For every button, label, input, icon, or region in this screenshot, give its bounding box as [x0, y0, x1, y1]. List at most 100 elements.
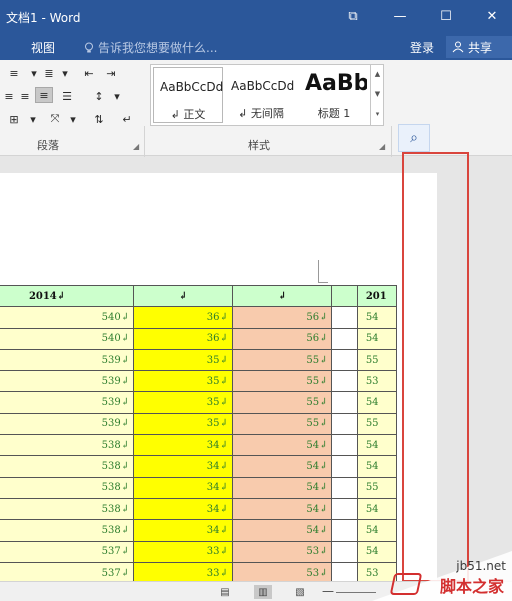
table-cell[interactable]: 538↲: [0, 519, 135, 542]
table-cell[interactable]: 538↲: [0, 434, 135, 457]
table-cell[interactable]: [331, 327, 358, 350]
borders-icon[interactable]: ⊞: [5, 111, 23, 127]
zoom-slider[interactable]: [336, 592, 376, 593]
table-cell[interactable]: [331, 455, 358, 478]
print-layout-icon[interactable]: ▥: [254, 585, 272, 599]
table-cell[interactable]: [331, 412, 358, 436]
line-spacing-icon[interactable]: ↕: [90, 88, 108, 104]
share-button[interactable]: 共享: [446, 36, 512, 58]
table-cell[interactable]: 540↲: [0, 306, 135, 329]
table-cell[interactable]: 53↲: [231, 540, 333, 563]
ribbon-display-options-button[interactable]: ⧉: [343, 6, 363, 26]
show-marks-icon[interactable]: ↵: [118, 111, 136, 127]
zoom-out-button[interactable]: —: [322, 584, 334, 598]
table-cell[interactable]: 54: [356, 434, 398, 457]
table-cell[interactable]: [331, 391, 358, 414]
chevron-up-icon[interactable]: ▲: [371, 64, 384, 84]
web-layout-icon[interactable]: ▧: [291, 585, 309, 599]
align-center-icon[interactable]: ≡: [16, 88, 34, 104]
table-cell[interactable]: 56↲: [231, 306, 333, 329]
table-cell[interactable]: 54: [356, 519, 398, 542]
table-cell[interactable]: 54↲: [231, 497, 333, 521]
table-cell[interactable]: 34↲: [133, 519, 233, 542]
table-cell[interactable]: 33↲: [133, 561, 233, 581]
table-cell[interactable]: 537↲: [0, 561, 135, 581]
table-header-cell[interactable]: ↲: [133, 284, 233, 308]
table-cell[interactable]: 54↲: [231, 519, 333, 542]
table-cell[interactable]: 53↲: [231, 561, 333, 581]
read-mode-icon[interactable]: ▤: [216, 585, 234, 599]
table-cell[interactable]: 538↲: [0, 476, 135, 499]
table-cell[interactable]: 539↲: [0, 348, 135, 372]
table-cell[interactable]: 540↲: [0, 327, 135, 350]
borders-dropdown-icon[interactable]: ▾: [24, 111, 42, 127]
styles-launcher-icon[interactable]: ◢: [379, 142, 385, 151]
table-cell[interactable]: 35↲: [133, 412, 233, 436]
table-cell[interactable]: 538↲: [0, 497, 135, 521]
table-cell[interactable]: [331, 540, 358, 563]
table-cell[interactable]: 55↲: [231, 370, 333, 393]
table-cell[interactable]: 539↲: [0, 391, 135, 414]
maximize-button[interactable]: ☐: [436, 6, 456, 26]
justify-icon[interactable]: ☰: [58, 88, 76, 104]
table-cell[interactable]: 34↲: [133, 455, 233, 478]
tell-me-box[interactable]: 告诉我您想要做什么...: [84, 39, 217, 56]
line-spacing-dropdown-icon[interactable]: ▾: [108, 88, 126, 104]
increase-indent-icon[interactable]: ⇥: [102, 65, 120, 81]
table-header-cell[interactable]: 201: [356, 284, 398, 308]
table-header-cell[interactable]: 2014↲: [0, 284, 135, 308]
table-cell[interactable]: [331, 434, 358, 457]
table-cell[interactable]: 33↲: [133, 540, 233, 563]
table-cell[interactable]: 54: [356, 497, 398, 521]
table-cell[interactable]: 53: [356, 370, 398, 393]
table-cell[interactable]: 539↲: [0, 370, 135, 393]
table-cell[interactable]: 539↲: [0, 412, 135, 436]
login-button[interactable]: 登录: [410, 39, 434, 56]
table-cell[interactable]: 36↲: [133, 327, 233, 350]
table-cell[interactable]: 55: [356, 348, 398, 372]
style-normal[interactable]: AaBbCcDd ↲ 正文: [153, 67, 223, 123]
tab-view[interactable]: 视图: [31, 39, 55, 56]
more-styles-icon[interactable]: ▾: [371, 104, 384, 124]
table-cell[interactable]: 54: [356, 455, 398, 478]
table-header-cell[interactable]: ↲: [231, 284, 333, 308]
table-cell[interactable]: 34↲: [133, 476, 233, 499]
table-cell[interactable]: [331, 561, 358, 581]
table-cell[interactable]: 35↲: [133, 370, 233, 393]
table-cell[interactable]: 54: [356, 306, 398, 329]
table-header-cell[interactable]: [331, 284, 358, 308]
table-cell[interactable]: 55↲: [231, 391, 333, 414]
table-cell[interactable]: 537↲: [0, 540, 135, 563]
chevron-down-icon[interactable]: ▼: [371, 84, 384, 104]
style-no-spacing[interactable]: AaBbCcDd ↲ 无间隔: [225, 67, 297, 123]
table-cell[interactable]: 55: [356, 476, 398, 499]
table-cell[interactable]: 55↲: [231, 412, 333, 436]
close-button[interactable]: ✕: [482, 6, 502, 26]
table-cell[interactable]: 538↲: [0, 455, 135, 478]
table-cell[interactable]: 36↲: [133, 306, 233, 329]
table-cell[interactable]: [331, 519, 358, 542]
decrease-indent-icon[interactable]: ⇤: [80, 65, 98, 81]
paragraph-launcher-icon[interactable]: ◢: [133, 142, 139, 151]
table-cell[interactable]: [331, 476, 358, 499]
table-cell[interactable]: 34↲: [133, 497, 233, 521]
chinese-layout-icon[interactable]: ⤧: [46, 111, 64, 127]
table-cell[interactable]: 54: [356, 391, 398, 414]
minimize-button[interactable]: —: [390, 6, 410, 26]
table-cell[interactable]: 54↲: [231, 476, 333, 499]
table-cell[interactable]: 56↲: [231, 327, 333, 350]
table-cell[interactable]: [331, 370, 358, 393]
numbering-icon[interactable]: ≡: [5, 65, 23, 81]
table-cell[interactable]: 34↲: [133, 434, 233, 457]
table-cell[interactable]: 54: [356, 327, 398, 350]
chinese-layout-dropdown-icon[interactable]: ▾: [64, 111, 82, 127]
style-heading-1[interactable]: AaBb 标题 1: [299, 67, 369, 123]
table-cell[interactable]: [331, 348, 358, 372]
align-right-icon[interactable]: ≡: [35, 87, 53, 103]
table-cell[interactable]: 35↲: [133, 391, 233, 414]
table-cell[interactable]: [331, 306, 358, 329]
table-cell[interactable]: 55↲: [231, 348, 333, 372]
sort-icon[interactable]: ⇅: [90, 111, 108, 127]
document-page[interactable]: 2014↲ ↲ ↲ 201 540↲ 36↲ 56↲ 54 540↲ 36↲ 56↲ 54 539↲ 35…: [0, 173, 437, 581]
multilevel-dropdown-icon[interactable]: ▾: [56, 65, 74, 81]
